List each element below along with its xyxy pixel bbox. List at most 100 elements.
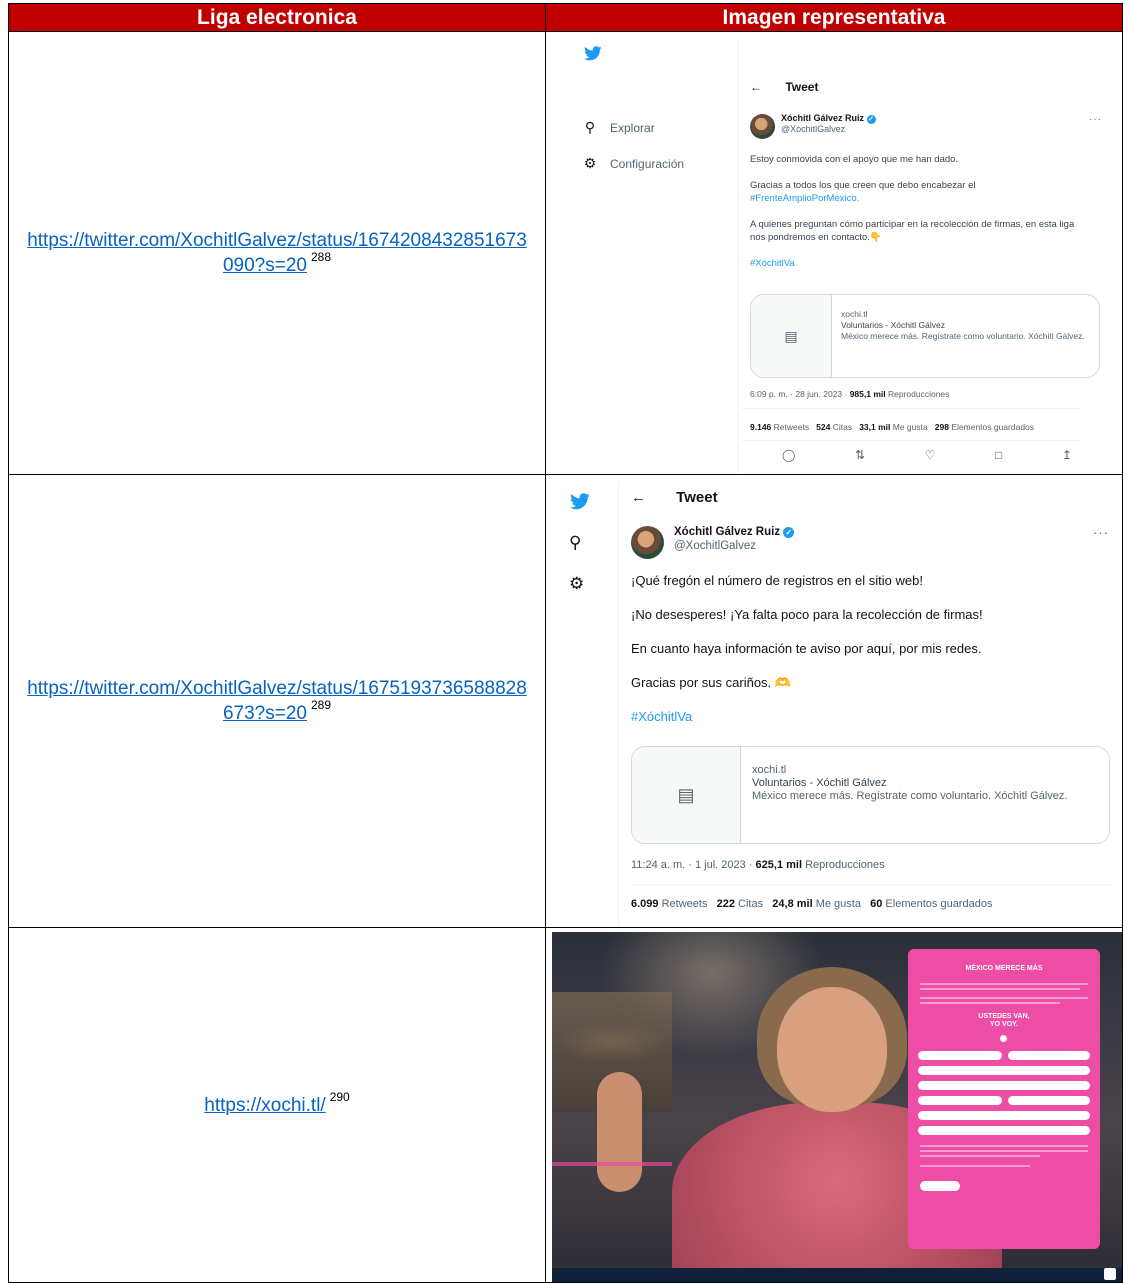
pink-accent [552, 1162, 672, 1166]
saves-count: 298 [934, 422, 949, 432]
website-link[interactable]: https://xochi.tl/ [204, 1095, 325, 1116]
link-card[interactable]: ▤ xochi.tl Voluntarios - Xóchitl Gálvez … [631, 746, 1110, 844]
hashtag-xochitlva[interactable]: #XóchitlVa [631, 708, 1111, 725]
district-field[interactable] [918, 1111, 1090, 1120]
card-title: Voluntarios - Xóchitl Gálvez [841, 320, 945, 330]
tweet-screenshot-2: ⚲ ⚙ ← Tweet Xóchitl Gálvez Ruiz ✓ @Xochi… [552, 481, 1122, 926]
card-text: xochi.tl Voluntarios - Xóchitl Gálvez Mé… [841, 309, 1091, 342]
verified-badge-icon: ✓ [866, 115, 876, 124]
person-face [777, 987, 887, 1112]
gear-icon[interactable]: ⚙ [569, 574, 584, 594]
card-desc: México merece más. Regístrate como volun… [841, 331, 1085, 341]
views-label: Reproducciones [802, 859, 885, 871]
link-card[interactable]: ▤ xochi.tl Voluntarios - Xóchitl Gálvez … [750, 294, 1100, 378]
link-cell-3: https://xochi.tl/290 [8, 927, 546, 1283]
phone-field[interactable] [918, 1081, 1090, 1090]
search-icon: ⚲ [584, 119, 596, 135]
email-field[interactable] [918, 1066, 1090, 1075]
author-handle: @XochitlGalvez [781, 124, 846, 134]
retweets-count: 6.099 [631, 898, 659, 910]
hashtag-xochitlva[interactable]: #XóchitlVa [750, 257, 1085, 270]
avatar[interactable] [750, 114, 775, 139]
state-select[interactable] [918, 1096, 1002, 1105]
municipality-select[interactable] [1008, 1096, 1090, 1105]
quotes-label: Citas [734, 898, 764, 910]
name-field[interactable] [918, 1051, 1002, 1060]
footnote-ref: 288 [310, 250, 332, 264]
more-options-icon[interactable]: ··· [1093, 525, 1109, 540]
tweet-line-1: ¡Qué fregón el número de registros en el… [631, 573, 923, 588]
author-name[interactable]: Xóchitl Gálvez Ruiz [674, 526, 780, 538]
volunteer-form: MÉXICO MERECE MÁS USTEDES VAN, YO VOY. [908, 949, 1100, 1249]
author-block: Xóchitl Gálvez Ruiz ✓ @XochitlGalvez [781, 113, 876, 135]
tweet-text: Estoy conmovida con el apoyo que me han … [750, 153, 1085, 270]
gear-icon: ⚙ [583, 155, 597, 171]
submit-button[interactable] [920, 1181, 960, 1191]
saves-label: Elementos guardados [948, 422, 1035, 432]
like-icon[interactable]: ♡ [925, 448, 936, 462]
header-imagen: Imagen representativa [545, 3, 1123, 32]
link-cell-1: https://twitter.com/XochitlGalvez/status… [8, 31, 546, 475]
bookmark-icon[interactable]: □ [995, 448, 1002, 462]
section-field[interactable] [918, 1126, 1090, 1135]
site-footer [552, 1268, 1122, 1282]
back-arrow-icon[interactable]: ← [631, 489, 646, 506]
views-count: 985,1 mil [849, 389, 886, 399]
saves-count: 60 [870, 898, 883, 910]
tweet-meta: 11:24 a. m. · 1 jul. 2023 · 625,1 mil Re… [631, 859, 885, 871]
views-count: 625,1 mil [755, 859, 803, 871]
form-text [920, 988, 1080, 990]
form-title: MÉXICO MERECE MÁS [965, 965, 1043, 972]
views-label: Reproducciones [885, 389, 950, 399]
action-bar: ◯ ⇅ ♡ □ ↥ [782, 448, 1072, 462]
tweet-para-2: Gracias a todos los que creen que debo e… [750, 180, 976, 191]
news-icon: ▤ [677, 784, 695, 805]
twitter-bird-icon [584, 46, 602, 61]
card-image: ▤ [632, 747, 741, 843]
card-desc: México merece más. Regístrate como volun… [752, 790, 1068, 802]
hand [597, 1072, 642, 1192]
hashtag-frente[interactable]: #FrenteAmplioPorMéxico. [750, 193, 859, 204]
lastname-field[interactable] [1008, 1051, 1090, 1060]
consent-text [920, 1150, 1088, 1152]
image-cell-1: ⚲ Explorar ⚙ Configuración ← Tweet Xóchi… [545, 31, 1123, 475]
image-cell-3: MÉXICO MERECE MÁS USTEDES VAN, YO VOY. [545, 927, 1123, 1283]
footnote-ref: 289 [310, 698, 332, 712]
tweet-para-1: Estoy conmovida con el apoyo que me han … [750, 154, 959, 165]
reply-icon[interactable]: ◯ [782, 448, 795, 462]
slogan-line-1: USTEDES VAN, [978, 1013, 1030, 1020]
sidebar-settings[interactable]: ⚙ Configuración [582, 155, 684, 172]
quotes-label: Citas [830, 422, 853, 432]
form-text [920, 1002, 1060, 1004]
tweet-header: ← Tweet [631, 489, 718, 506]
divider [742, 440, 1082, 441]
more-options-icon[interactable]: ··· [1089, 114, 1102, 125]
verified-badge-icon: ✓ [783, 527, 795, 538]
website-screenshot: MÉXICO MERECE MÁS USTEDES VAN, YO VOY. [552, 932, 1122, 1282]
tweet-text: ¡Qué fregón el número de registros en el… [631, 572, 1111, 725]
card-domain: xochi.tl [752, 764, 787, 776]
search-icon[interactable]: ⚲ [569, 533, 581, 553]
tweet-link-2[interactable]: https://twitter.com/XochitlGalvez/status… [27, 678, 527, 724]
slogan-line-2: YO VOY. [989, 1021, 1018, 1028]
card-text: xochi.tl Voluntarios - Xóchitl Gálvez Mé… [752, 764, 1102, 803]
retweets-count: 9.146 [750, 422, 772, 432]
footnote-ref: 290 [329, 1089, 350, 1104]
tweet-title: Tweet [676, 489, 718, 506]
share-icon[interactable]: ↥ [1062, 448, 1072, 462]
quotes-count: 524 [816, 422, 831, 432]
likes-label: Me gusta [890, 422, 928, 432]
tweet-link-1[interactable]: https://twitter.com/XochitlGalvez/status… [27, 230, 527, 276]
retweet-icon[interactable]: ⇅ [855, 448, 865, 462]
author-name[interactable]: Xóchitl Gálvez Ruiz [781, 113, 864, 123]
tweet-stats: 9.146 Retweets 524 Citas 33,1 mil Me gus… [750, 422, 1034, 432]
card-image: ▤ [751, 295, 832, 377]
back-arrow-icon[interactable]: ← [750, 80, 762, 94]
avatar[interactable] [631, 526, 664, 559]
sidebar-explore[interactable]: ⚲ Explorar [582, 119, 655, 136]
recaptcha-icon[interactable] [1104, 1268, 1116, 1280]
twitter-bird-icon [570, 493, 590, 510]
news-icon: ▤ [784, 327, 798, 344]
link-cell-2: https://twitter.com/XochitlGalvez/status… [8, 474, 546, 928]
tweet-stats: 6.099 Retweets 222 Citas 24,8 mil Me gus… [631, 898, 992, 910]
